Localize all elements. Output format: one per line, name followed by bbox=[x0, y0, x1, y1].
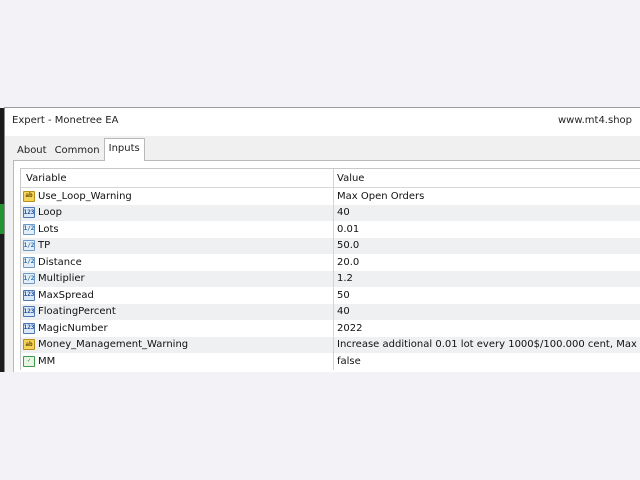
table-row[interactable]: ab Money_Management_Warning Increase addit… bbox=[21, 336, 640, 354]
table-row[interactable]: ✓ MM false bbox=[21, 353, 640, 370]
variable-name: Use_Loop_Warning bbox=[38, 190, 132, 202]
variable-name: MaxSpread bbox=[38, 289, 94, 301]
double-icon: 1/2 bbox=[23, 273, 35, 285]
table-header: Variable Value bbox=[21, 169, 640, 188]
variable-name: Money_Management_Warning bbox=[38, 339, 189, 351]
variable-cell[interactable]: 1/2 Distance bbox=[21, 254, 334, 271]
value-cell[interactable]: 0.01 bbox=[335, 221, 359, 238]
variable-cell[interactable]: 1/2 TP bbox=[21, 237, 334, 254]
table-row[interactable]: 1/2 TP 50.0 bbox=[21, 237, 640, 255]
site-watermark: www.mt4.shop bbox=[557, 115, 632, 126]
variable-cell[interactable]: ✓ MM bbox=[21, 353, 334, 370]
integer-icon: 123 bbox=[23, 289, 35, 301]
table-row[interactable]: 123 MagicNumber 2022 bbox=[21, 320, 640, 337]
value-cell[interactable]: 40 bbox=[335, 304, 350, 321]
table-row[interactable]: 1/2 Multiplier 1.2 bbox=[21, 270, 640, 288]
expert-properties-dialog: Expert - Monetree EA www.mt4.shop About … bbox=[4, 107, 640, 372]
tab-common[interactable]: Common bbox=[51, 140, 104, 160]
value-cell[interactable]: 50 bbox=[335, 287, 350, 304]
variable-name: TP bbox=[38, 240, 51, 252]
tab-inputs[interactable]: Inputs bbox=[103, 138, 145, 161]
variable-name: Multiplier bbox=[38, 273, 85, 285]
dialog-titlebar[interactable]: Expert - Monetree EA www.mt4.shop bbox=[5, 108, 640, 136]
variable-cell[interactable]: ab Use_Loop_Warning bbox=[21, 188, 334, 205]
value-cell[interactable]: 20.0 bbox=[335, 254, 359, 271]
variable-cell[interactable]: 1/2 Lots bbox=[21, 221, 334, 238]
inputs-table: Variable Value ab Use_Loop_Warning Max Ope… bbox=[20, 168, 640, 370]
value-cell[interactable]: Max Open Orders bbox=[335, 188, 424, 205]
variable-name: Loop bbox=[38, 207, 62, 219]
bool-icon: ✓ bbox=[23, 355, 35, 367]
dialog-title: Expert - Monetree EA bbox=[12, 115, 119, 126]
variable-name: MagicNumber bbox=[38, 322, 108, 334]
variable-cell[interactable]: 123 MaxSpread bbox=[21, 287, 334, 304]
table-row[interactable]: 1/2 Distance 20.0 bbox=[21, 254, 640, 271]
variable-name: Lots bbox=[38, 223, 59, 235]
double-icon: 1/2 bbox=[23, 256, 35, 268]
table-row[interactable]: 123 FloatingPercent 40 bbox=[21, 303, 640, 321]
table-row[interactable]: 123 Loop 40 bbox=[21, 204, 640, 222]
value-cell[interactable]: 1.2 bbox=[335, 271, 353, 288]
tab-bar: About Common Inputs bbox=[13, 138, 145, 161]
value-cell[interactable]: Increase additional 0.01 lot every 1000$… bbox=[335, 337, 640, 354]
column-header-value[interactable]: Value bbox=[335, 169, 364, 187]
value-cell[interactable]: 2022 bbox=[335, 320, 362, 337]
variable-name: FloatingPercent bbox=[38, 306, 116, 318]
integer-icon: 123 bbox=[23, 306, 35, 318]
string-icon: ab bbox=[23, 190, 35, 202]
string-icon: ab bbox=[23, 339, 35, 351]
table-row[interactable]: 1/2 Lots 0.01 bbox=[21, 221, 640, 238]
integer-icon: 123 bbox=[23, 322, 35, 334]
value-cell[interactable]: false bbox=[335, 353, 361, 370]
integer-icon: 123 bbox=[23, 207, 35, 219]
table-row[interactable]: ab Use_Loop_Warning Max Open Orders bbox=[21, 188, 640, 205]
double-icon: 1/2 bbox=[23, 240, 35, 252]
variable-cell[interactable]: 1/2 Multiplier bbox=[21, 270, 334, 287]
variable-cell[interactable]: 123 MagicNumber bbox=[21, 320, 334, 337]
variable-cell[interactable]: 123 FloatingPercent bbox=[21, 303, 334, 320]
table-body: ab Use_Loop_Warning Max Open Orders 123 Loop… bbox=[21, 188, 640, 370]
variable-name: Distance bbox=[38, 256, 82, 268]
column-header-variable[interactable]: Variable bbox=[21, 169, 334, 187]
inputs-panel: Variable Value ab Use_Loop_Warning Max Ope… bbox=[13, 160, 640, 372]
variable-cell[interactable]: ab Money_Management_Warning bbox=[21, 336, 334, 353]
value-cell[interactable]: 40 bbox=[335, 205, 350, 222]
tab-about[interactable]: About bbox=[13, 140, 51, 160]
variable-name: MM bbox=[38, 355, 56, 367]
variable-cell[interactable]: 123 Loop bbox=[21, 204, 334, 221]
double-icon: 1/2 bbox=[23, 223, 35, 235]
table-row[interactable]: 123 MaxSpread 50 bbox=[21, 287, 640, 304]
value-cell[interactable]: 50.0 bbox=[335, 238, 359, 255]
